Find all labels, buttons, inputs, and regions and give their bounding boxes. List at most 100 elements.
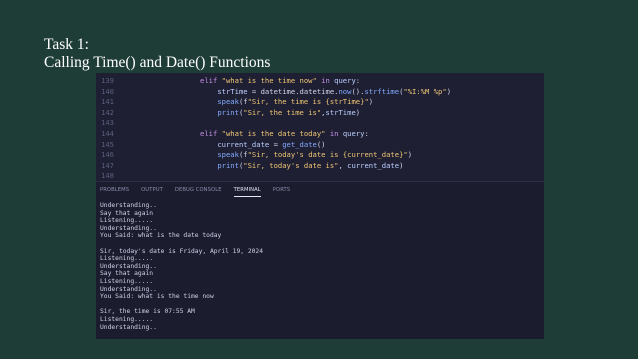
code-line[interactable]: 145 current_date = get_date() xyxy=(96,139,544,150)
tab-problems[interactable]: PROBLEMS xyxy=(100,187,129,197)
code-token: elif xyxy=(200,76,222,85)
code-token: get_date xyxy=(282,139,317,149)
code-token: ) xyxy=(355,107,361,117)
code-token: strTime xyxy=(217,86,248,96)
code-token: (). xyxy=(351,86,365,96)
code-token: = datetime.datetime. xyxy=(247,86,339,96)
line-number: 142 xyxy=(101,107,114,117)
code-text: elif "what is the time now" in query: xyxy=(200,75,360,86)
code-token: (f xyxy=(238,150,248,160)
code-token: speak xyxy=(217,150,239,160)
line-number: 148 xyxy=(101,171,114,181)
code-token: ) xyxy=(407,150,413,160)
code-token: "what is the time now" xyxy=(221,76,317,85)
code-token: print xyxy=(217,107,239,117)
code-token: print xyxy=(217,160,239,170)
terminal-line: Listening..... xyxy=(100,315,154,323)
line-number: 146 xyxy=(101,150,114,160)
code-token: : xyxy=(355,76,361,85)
code-token: "Sir, today's date is {current_date}" xyxy=(247,150,408,160)
code-token: (f xyxy=(238,97,248,107)
line-number: 141 xyxy=(101,97,114,107)
code-line[interactable]: 139 elif "what is the time now" in query: xyxy=(96,75,544,86)
terminal-line: You Said: what is the time now xyxy=(100,293,214,301)
code-text: strTime = datetime.datetime.now().strfti… xyxy=(200,86,451,97)
code-line[interactable]: 142 print("Sir, the time is",strTime) xyxy=(96,107,544,118)
terminal-line: Listening..... xyxy=(100,255,154,263)
code-token: "Sir, the time is {strTime}" xyxy=(247,97,369,107)
line-number: 147 xyxy=(101,160,114,170)
code-token: "Sir, the time is" xyxy=(243,107,322,117)
code-line[interactable]: 146 speak(f"Sir, today's date is {curren… xyxy=(96,149,544,160)
terminal-line: Say that again xyxy=(100,270,154,278)
code-line[interactable]: 143 xyxy=(96,117,544,128)
code-token: ) xyxy=(399,160,404,170)
panel-tabs: PROBLEMS OUTPUT DEBUG CONSOLE TERMINAL PORTS xyxy=(100,187,290,197)
code-line[interactable]: 140 strTime = datetime.datetime.now().st… xyxy=(96,86,544,97)
tab-terminal[interactable]: TERMINAL xyxy=(233,187,261,197)
terminal-line: Sir, the time is 07:55 AM xyxy=(100,308,195,316)
terminal-line: Understanding.. xyxy=(100,262,157,270)
code-token: current_date xyxy=(347,160,400,170)
code-token: current_date xyxy=(217,139,270,149)
slide-title-line1: Task 1: xyxy=(44,36,89,53)
code-editor[interactable]: 139 elif "what is the time now" in query:… xyxy=(96,73,544,181)
line-number: 144 xyxy=(101,129,114,138)
code-token: : xyxy=(364,129,369,138)
tab-ports[interactable]: PORTS xyxy=(273,187,290,197)
code-token: in xyxy=(316,76,335,85)
code-token: () xyxy=(316,139,326,149)
terminal-line: Understanding.. xyxy=(100,323,157,331)
code-token: ) xyxy=(368,97,374,107)
terminal-line: Say that again xyxy=(100,209,154,217)
code-text: current_date = get_date() xyxy=(200,139,326,150)
line-number: 139 xyxy=(101,76,114,85)
code-text: print("Sir, today's date is", current_da… xyxy=(200,160,403,171)
terminal-line: Understanding.. xyxy=(100,202,157,209)
code-line[interactable]: 141 speak(f"Sir, the time is {strTime}") xyxy=(96,96,544,107)
code-token: elif xyxy=(200,129,222,138)
bottom-panel: PROBLEMS OUTPUT DEBUG CONSOLE TERMINAL PORTS… xyxy=(96,181,544,339)
terminal-line: Listening..... xyxy=(100,277,154,285)
terminal-line: Understanding.. xyxy=(100,224,157,232)
code-line[interactable]: 147 print("Sir, today's date is", curren… xyxy=(96,160,544,171)
code-text: speak(f"Sir, the time is {strTime}") xyxy=(200,96,373,107)
code-text: speak(f"Sir, today's date is {current_da… xyxy=(200,149,412,160)
terminal-output[interactable]: Understanding.. Say that again Listening..… xyxy=(100,202,540,331)
terminal-line: Sir, today's date is Friday, April 19, 2… xyxy=(100,247,264,255)
code-token: ) xyxy=(446,86,452,96)
line-number: 143 xyxy=(101,118,114,128)
terminal-line: Listening..... xyxy=(100,217,154,225)
code-token: now xyxy=(338,86,352,96)
code-text: elif "what is the date today" in query: xyxy=(200,128,369,139)
slide-title-line2: Calling Time() and Date() Functions xyxy=(44,54,271,71)
code-token: query xyxy=(342,129,365,138)
code-text: print("Sir, the time is",strTime) xyxy=(200,107,360,118)
line-number: 140 xyxy=(101,86,114,96)
tab-debug-console[interactable]: DEBUG CONSOLE xyxy=(175,187,222,197)
code-token: "Sir, today's date is" xyxy=(243,160,339,170)
code-line[interactable]: 144 elif "what is the date today" in quer… xyxy=(96,128,544,139)
code-token: query xyxy=(334,76,356,85)
terminal-line: Understanding.. xyxy=(100,285,157,293)
code-token: = xyxy=(269,139,283,149)
code-line[interactable]: 148 xyxy=(96,170,544,181)
code-token: , xyxy=(338,160,348,170)
code-token: strTime xyxy=(325,107,356,117)
code-token: "%I:%M %p" xyxy=(403,86,447,96)
code-token: strftime xyxy=(364,86,400,96)
line-number: 145 xyxy=(101,139,114,149)
tab-output[interactable]: OUTPUT xyxy=(141,187,163,197)
code-token: in xyxy=(325,129,343,138)
code-token: "what is the date today" xyxy=(221,129,326,138)
slide-title: Task 1: Calling Time() and Date() Functi… xyxy=(44,36,270,72)
code-token: speak xyxy=(217,97,239,107)
